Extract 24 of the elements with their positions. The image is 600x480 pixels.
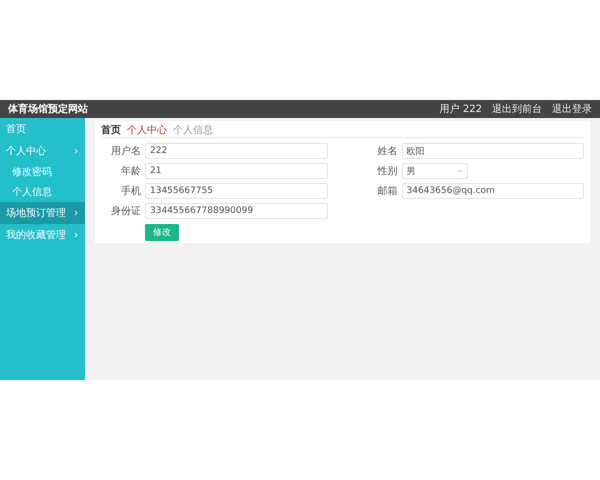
field-label: 用户名 [110,144,141,158]
dropdown-icon [456,168,462,174]
user-name: 用户 222 [440,102,482,116]
input-field[interactable]: 21 [145,163,328,179]
input-field[interactable]: 13455667755 [145,183,328,199]
field-label: 姓名 [376,145,398,158]
chevron-icon [73,148,79,154]
field-label: 年龄 [120,164,141,178]
header-link[interactable]: 退出到前台 [492,102,542,116]
chevron-icon [73,232,79,238]
field-label: 身份证 [110,205,141,218]
field-label: 手机 [120,184,141,198]
input-field[interactable]: 222 [145,143,328,159]
chevron-icon [73,210,79,216]
input-field[interactable]: 34643656@qq.com [402,183,584,199]
site-title: 体育场馆预定网站 [8,102,88,116]
header-link[interactable]: 退出登录 [552,102,592,116]
field-label: 邮箱 [376,184,398,198]
breadcrumb-item[interactable]: 个人中心 [127,123,167,137]
field-label: 性别 [376,164,398,178]
breadcrumb-item[interactable]: 首页 [101,123,121,137]
select-field[interactable]: 男 [402,163,468,179]
input-field[interactable]: 334455667788990099 [145,203,328,219]
input-field[interactable]: 欧阳 [402,143,584,159]
